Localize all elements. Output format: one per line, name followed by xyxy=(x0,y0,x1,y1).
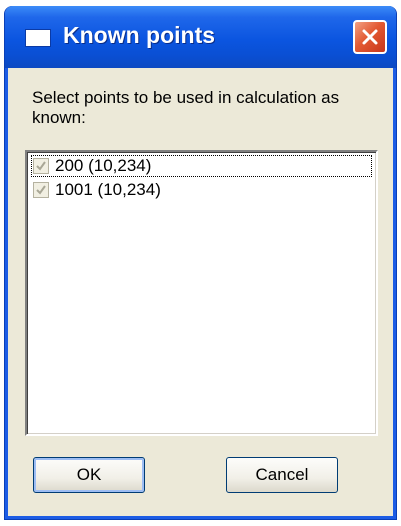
point-checkbox[interactable] xyxy=(33,158,49,174)
dialog-body: Select points to be used in calculation … xyxy=(8,68,395,517)
point-label: 200 (10,234) xyxy=(55,156,152,175)
known-points-dialog: Known points Select points to be used in… xyxy=(4,6,397,520)
instruction-text: Select points to be used in calculation … xyxy=(32,88,340,127)
title-bar[interactable]: Known points xyxy=(5,6,396,68)
close-icon xyxy=(362,29,378,45)
checkmark-icon xyxy=(36,185,46,195)
point-checkbox[interactable] xyxy=(33,182,49,198)
ok-button[interactable]: OK xyxy=(33,457,145,493)
checkmark-icon xyxy=(36,161,46,171)
list-item-point-1001[interactable]: 1001 (10,234) xyxy=(31,179,372,201)
cancel-button[interactable]: Cancel xyxy=(226,457,338,493)
point-label: 1001 (10,234) xyxy=(55,180,161,199)
dialog-title: Known points xyxy=(63,22,216,48)
close-button[interactable] xyxy=(353,20,387,54)
points-listbox[interactable]: 200 (10,234) 1001 (10,234) xyxy=(25,150,378,436)
window-icon xyxy=(25,29,51,47)
list-item-point-200[interactable]: 200 (10,234) xyxy=(31,155,372,177)
